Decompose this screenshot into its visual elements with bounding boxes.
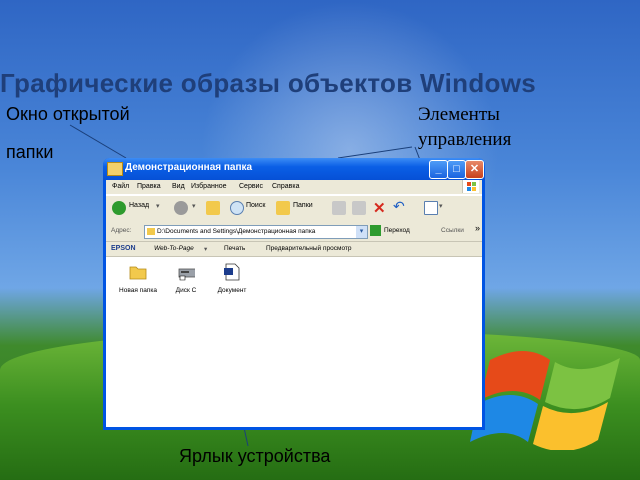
folder-icon (147, 228, 155, 235)
web-to-page-button[interactable]: Web-To-Page (154, 245, 194, 252)
window-title: Демонстрационная папка (125, 162, 253, 173)
windows-flag-icon (462, 180, 479, 193)
epson-toolbar: EPSON Web-To-Page ▾ Печать Предварительн… (106, 242, 482, 257)
folder-icon (129, 266, 147, 280)
menu-tools[interactable]: Сервис (239, 183, 263, 190)
explorer-window[interactable]: Демонстрационная папка _ □ ✕ Файл Правка… (103, 158, 485, 430)
menu-bar: Файл Правка Вид Избранное Сервис Справка (106, 180, 482, 194)
views-dropdown-icon[interactable]: ▾ (439, 202, 443, 210)
undo-icon[interactable]: ↶ (393, 198, 405, 215)
chevron-right-icon[interactable]: » (475, 223, 480, 233)
back-arrow-icon[interactable] (112, 201, 126, 215)
go-button[interactable]: Переход (384, 227, 410, 234)
back-dropdown-icon[interactable]: ▾ (156, 202, 160, 210)
drive-shortcut-icon (178, 268, 198, 281)
menu-file[interactable]: Файл (112, 183, 129, 190)
maximize-button[interactable]: □ (447, 160, 466, 179)
list-item[interactable]: Диск C (164, 263, 208, 295)
go-arrow-icon[interactable] (370, 225, 381, 236)
epson-logo: EPSON (111, 245, 136, 252)
search-button[interactable]: Поиск (246, 202, 265, 209)
window-client: Файл Правка Вид Избранное Сервис Справка… (106, 180, 482, 427)
minimize-button[interactable]: _ (429, 160, 448, 179)
print-preview-button[interactable]: Предварительный просмотр (266, 245, 352, 252)
list-item[interactable]: Документ (210, 263, 254, 295)
move-to-icon[interactable] (332, 201, 346, 215)
address-input[interactable]: D:\Documents and Settings\Демонстрационн… (144, 225, 368, 239)
address-dropdown-icon[interactable]: ▾ (356, 226, 367, 238)
up-folder-icon[interactable] (206, 201, 220, 215)
window-titlebar[interactable]: Демонстрационная папка _ □ ✕ (103, 158, 485, 180)
close-button[interactable]: ✕ (465, 160, 484, 179)
standard-toolbar: Назад ▾ ▾ Поиск Папки ✕ ↶ ▾ (106, 195, 482, 223)
copy-to-icon[interactable] (352, 201, 366, 215)
print-button[interactable]: Печать (224, 245, 245, 252)
delete-icon[interactable]: ✕ (373, 199, 386, 217)
item-label: Документ (217, 287, 247, 294)
item-label: Диск C (175, 287, 197, 294)
menu-help[interactable]: Справка (272, 183, 299, 190)
item-label: Новая папка (119, 287, 157, 294)
back-button[interactable]: Назад (129, 202, 149, 209)
menu-favorites[interactable]: Избранное (191, 183, 226, 190)
views-icon[interactable] (424, 201, 438, 215)
address-bar: Адрес: D:\Documents and Settings\Демонст… (106, 222, 482, 242)
menu-edit[interactable]: Правка (137, 183, 161, 190)
file-list: Новая папка Диск C Документ (106, 257, 482, 427)
forward-arrow-icon[interactable] (174, 201, 188, 215)
forward-dropdown-icon[interactable]: ▾ (192, 202, 196, 210)
folders-icon[interactable] (276, 201, 290, 215)
links-button[interactable]: Ссылки (441, 227, 464, 234)
list-item[interactable]: Новая папка (116, 263, 160, 295)
document-icon (224, 263, 240, 281)
menu-view[interactable]: Вид (172, 183, 185, 190)
folders-button[interactable]: Папки (293, 202, 313, 209)
address-value: D:\Documents and Settings\Демонстрационн… (157, 228, 316, 235)
address-label: Адрес: (111, 227, 132, 234)
search-icon[interactable] (230, 201, 244, 215)
folder-icon (107, 162, 123, 176)
web-dropdown-icon[interactable]: ▾ (204, 245, 207, 253)
